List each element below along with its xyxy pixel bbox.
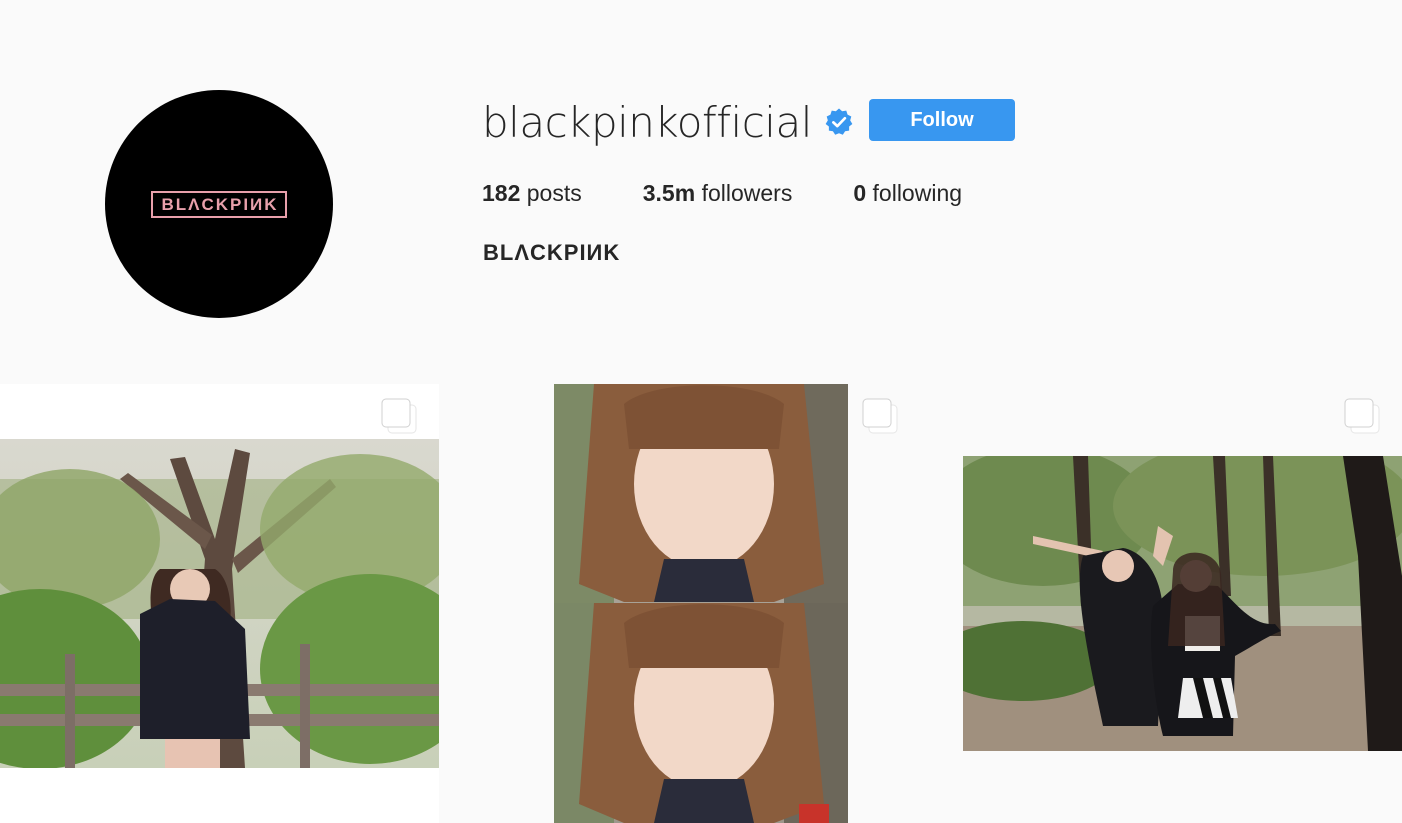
following-count: 0	[853, 180, 867, 206]
post-photo	[963, 456, 1402, 751]
follow-button[interactable]: Follow	[869, 99, 1015, 141]
profile-full-name: BLΛCKPIИK	[483, 240, 621, 265]
avatar[interactable]: BLΛCKPIИK	[105, 90, 333, 318]
following-stat[interactable]: 0 following	[853, 178, 962, 208]
posts-stat: 182 posts	[482, 178, 582, 208]
post-tile[interactable]	[0, 384, 439, 823]
posts-count: 182	[482, 180, 521, 206]
following-label: following	[872, 180, 963, 206]
avatar-logo: BLΛCKPIИK	[151, 190, 287, 218]
username: blackpinkofficial	[482, 97, 812, 147]
multiple-photos-icon	[862, 398, 898, 434]
followers-count: 3.5m	[642, 180, 696, 206]
post-photo	[554, 384, 848, 823]
post-photo	[0, 439, 439, 768]
post-tile[interactable]	[963, 384, 1402, 823]
followers-stat[interactable]: 3.5m followers	[643, 178, 793, 208]
followers-label: followers	[701, 180, 793, 206]
post-tile[interactable]	[481, 384, 920, 823]
profile-page: BLΛCKPIИK blackpinkofficial Follow 182 p…	[0, 0, 1402, 823]
verified-badge-icon	[824, 107, 854, 137]
multiple-photos-icon	[381, 398, 417, 434]
posts-label: posts	[526, 180, 582, 206]
username-row: blackpinkofficial	[482, 94, 854, 150]
multiple-photos-icon	[1344, 398, 1380, 434]
profile-stats: 182 posts 3.5m followers 0 following	[482, 178, 1023, 208]
